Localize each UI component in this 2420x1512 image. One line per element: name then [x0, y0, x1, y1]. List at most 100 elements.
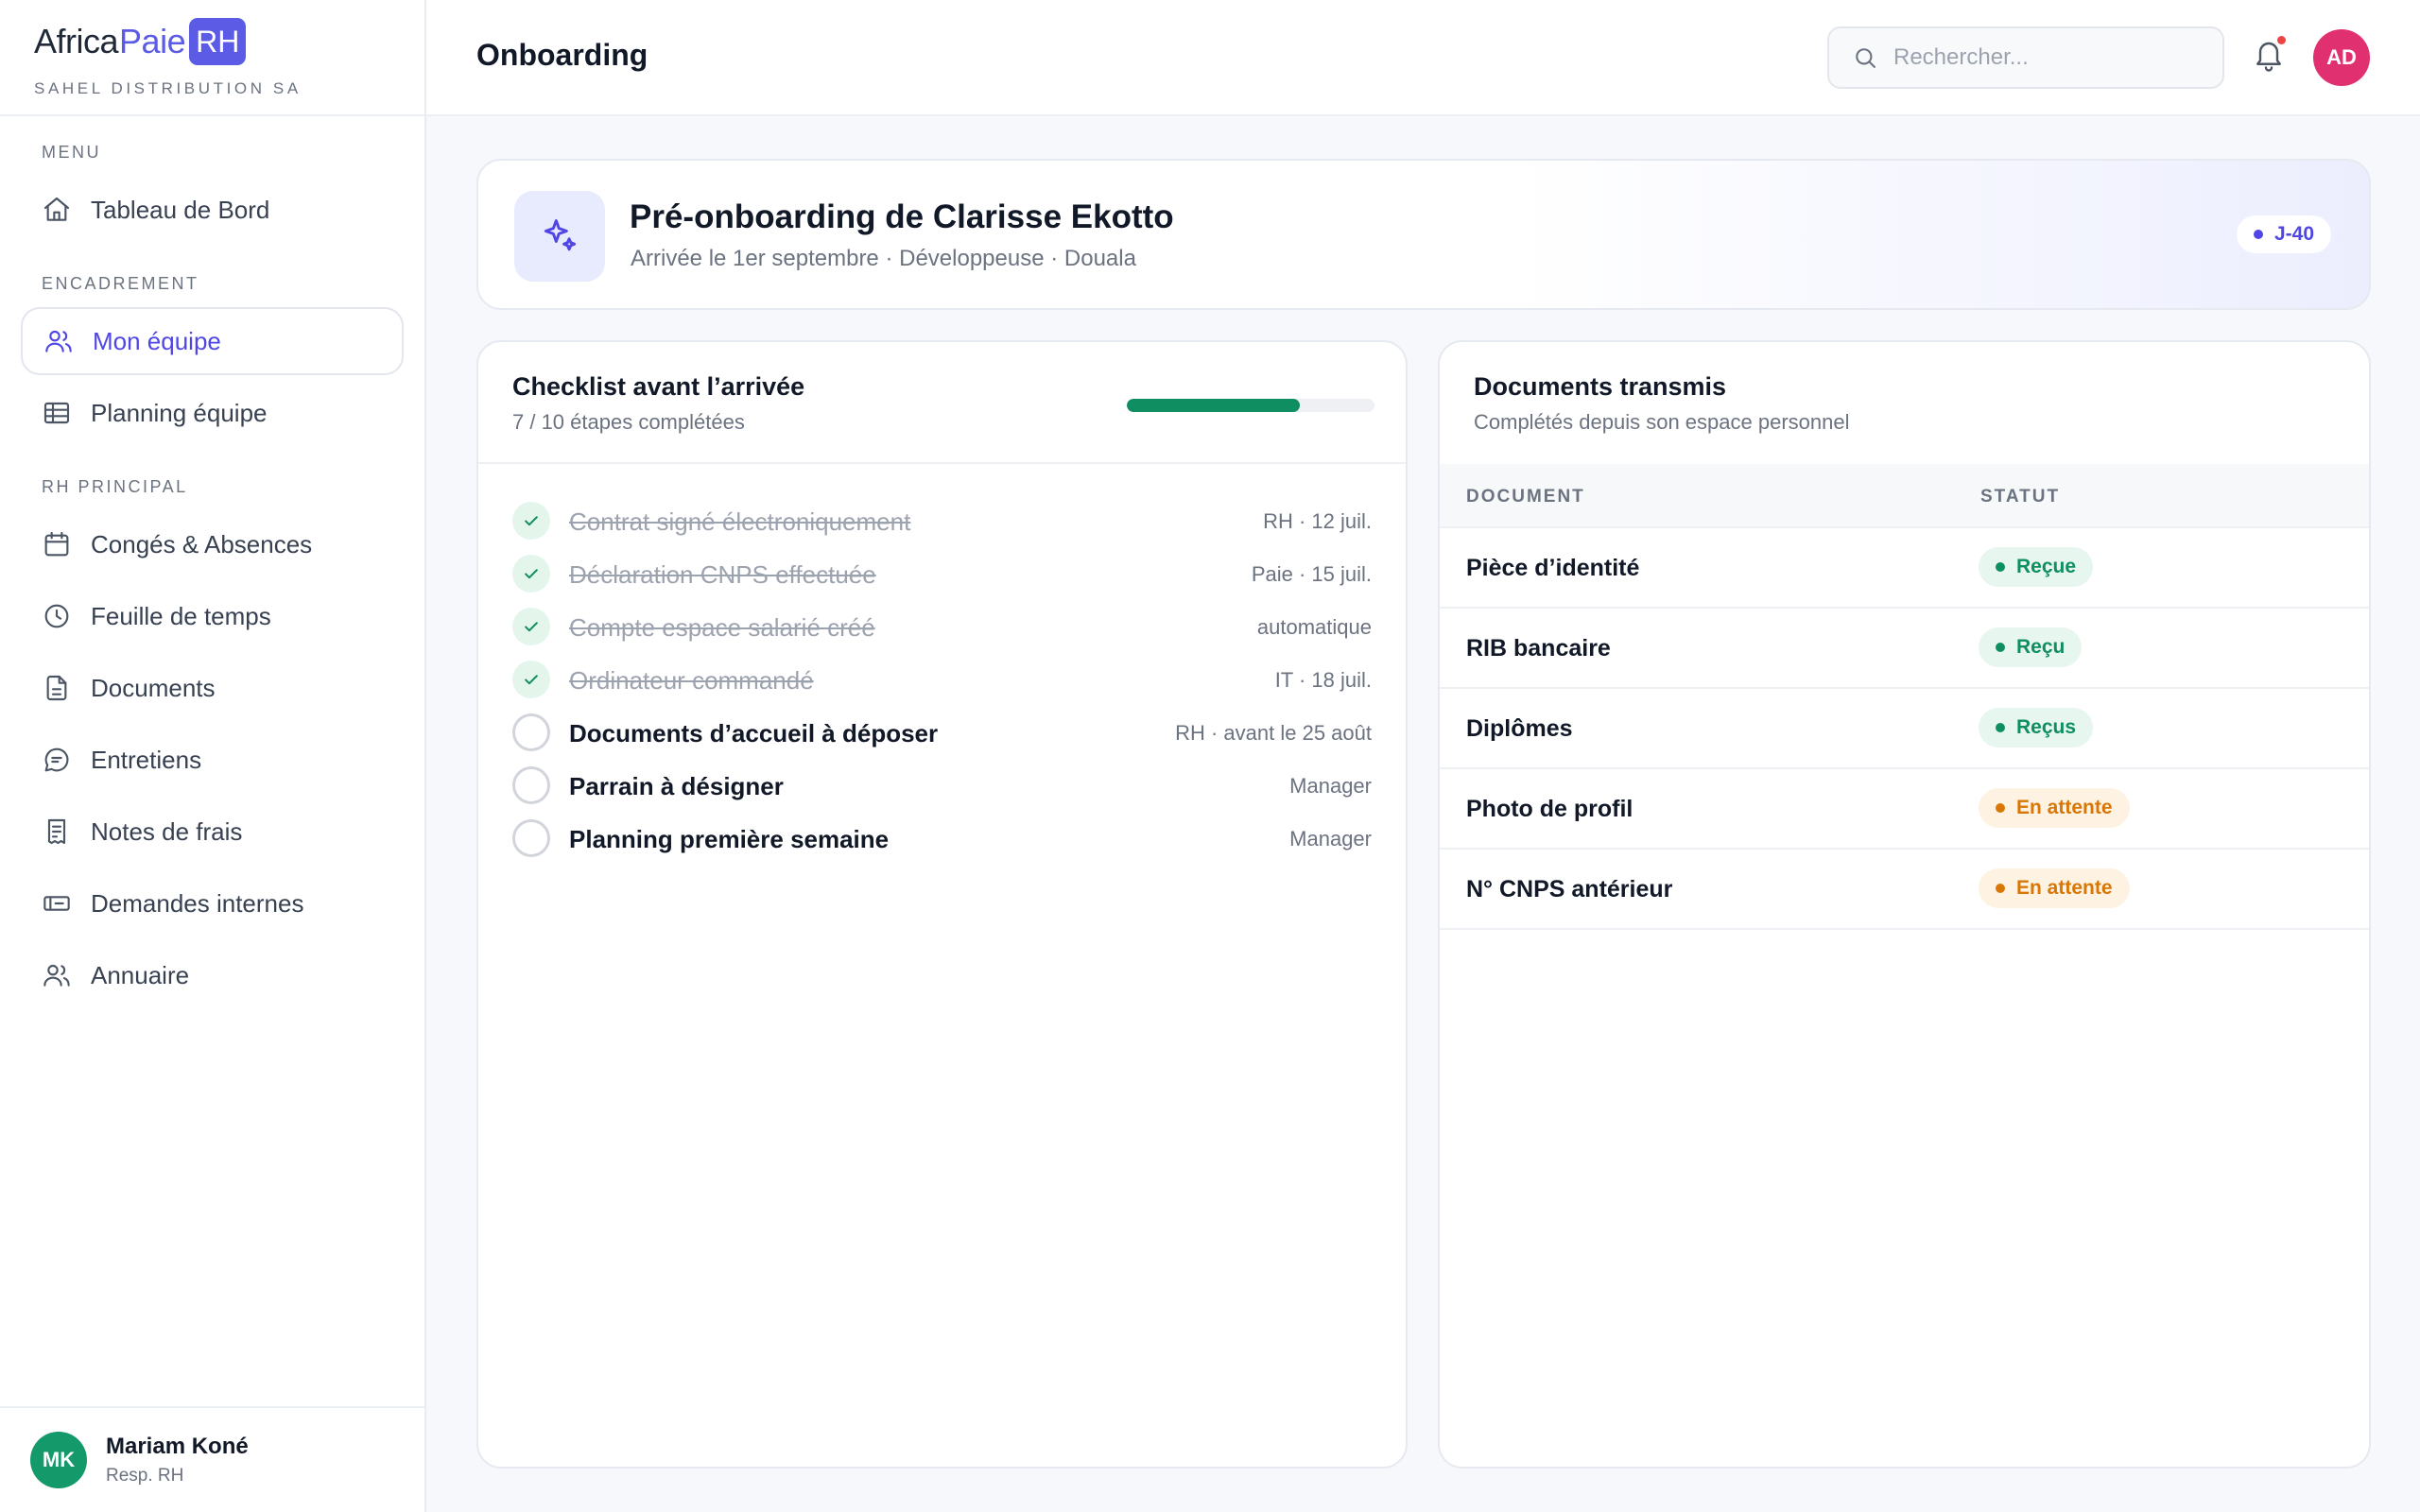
avatar: MK	[30, 1432, 87, 1488]
avatar[interactable]: AD	[2313, 29, 2370, 86]
sparkles-icon	[514, 191, 605, 282]
file-icon	[46, 675, 67, 701]
table-row[interactable]: Diplômes Reçus	[1440, 689, 2369, 769]
checklist-header: Checklist avant l’arrivée 7 / 10 étapes …	[478, 342, 1406, 464]
current-user[interactable]: MK Mariam Koné Resp. RH	[0, 1406, 424, 1512]
calendar-icon	[44, 531, 69, 557]
document-name: Diplômes	[1466, 715, 1573, 742]
notification-dot	[2277, 36, 2286, 44]
status-dot	[1996, 562, 2005, 572]
check-circle-icon[interactable]	[512, 502, 550, 540]
column-header-status: STATUT	[1980, 487, 2061, 507]
status-dot	[1996, 884, 2005, 893]
sidebar-item-directory[interactable]: Annuaire	[21, 941, 404, 1009]
empty-checkbox[interactable]	[512, 713, 550, 751]
table-icon	[43, 402, 70, 424]
checklist-item-meta: Manager	[1289, 827, 1372, 850]
page-title: Onboarding	[476, 38, 648, 72]
checklist-progress-bar	[1127, 399, 1374, 412]
users-icon	[43, 964, 70, 987]
checklist-progress-text: 7 / 10 étapes complétées	[512, 410, 745, 434]
documents-subtitle: Complétés depuis son espace personnel	[1474, 410, 1850, 434]
badge-dot	[2253, 230, 2263, 239]
checklist-item-label: Parrain à désigner	[569, 772, 784, 800]
checklist-item-meta: Manager	[1289, 774, 1372, 798]
sidebar-item-team-planning[interactable]: Planning équipe	[21, 379, 404, 447]
clock-icon	[44, 604, 69, 628]
sidebar-item-documents[interactable]: Documents	[21, 654, 404, 722]
checklist-item[interactable]: Déclaration CNPS effectuée Paie · 15 juil…	[478, 549, 1406, 602]
sidebar-item-dashboard[interactable]: Tableau de Bord	[21, 176, 404, 244]
sidebar-item-interviews[interactable]: Entretiens	[21, 726, 404, 794]
status-badge: Reçus	[1979, 708, 2094, 747]
document-name: Photo de profil	[1466, 796, 1634, 822]
check-circle-icon[interactable]	[512, 608, 550, 645]
checklist-item-label: Ordinateur commandé	[569, 666, 814, 695]
countdown-badge: J-40	[2236, 215, 2331, 253]
table-row[interactable]: Photo de profil En attente	[1440, 769, 2369, 850]
status-label: Reçu	[2016, 636, 2066, 658]
status-dot	[1996, 723, 2005, 732]
checklist-item[interactable]: Documents d’accueil à déposer RH · avant …	[478, 708, 1406, 761]
check-circle-icon[interactable]	[512, 555, 550, 593]
search-box[interactable]	[1827, 26, 2224, 89]
documents-card: Documents transmis Complétés depuis son …	[1438, 340, 2371, 1469]
logo-badge-rh: RH	[189, 18, 247, 65]
document-name: Pièce d’identité	[1466, 555, 1640, 581]
checklist-title: Checklist avant l’arrivée	[512, 372, 805, 401]
sidebar: Africa Paie RH SAHEL DISTRIBUTION SA MEN…	[0, 0, 426, 1512]
check-icon	[525, 675, 538, 685]
empty-checkbox[interactable]	[512, 766, 550, 804]
sidebar-item-label: Tableau de Bord	[91, 195, 270, 224]
checklist-item[interactable]: Ordinateur commandé IT · 18 juil.	[478, 655, 1406, 708]
checklist-item-meta: IT · 18 juil.	[1274, 668, 1372, 692]
sidebar-item-timesheet[interactable]: Feuille de temps	[21, 582, 404, 650]
column-header-document: DOCUMENT	[1466, 487, 1585, 507]
checklist-item[interactable]: Compte espace salarié créé automatique	[478, 602, 1406, 655]
checklist-card: Checklist avant l’arrivée 7 / 10 étapes …	[476, 340, 1408, 1469]
user-info: Mariam Koné Resp. RH	[106, 1434, 249, 1486]
nav-section-encadrement: ENCADREMENT	[42, 274, 199, 293]
app-logo[interactable]: Africa Paie RH	[34, 17, 390, 66]
table-row[interactable]: RIB bancaire Reçu	[1440, 609, 2369, 689]
nav-section-menu: MENU	[42, 143, 101, 162]
documents-table-header: DOCUMENT STATUT	[1440, 464, 2369, 528]
table-row[interactable]: Pièce d’identité Reçue	[1440, 528, 2369, 609]
checklist-item[interactable]: Parrain à désigner Manager	[478, 761, 1406, 814]
checklist-item-label: Compte espace salarié créé	[569, 613, 875, 642]
sidebar-item-requests[interactable]: Demandes internes	[21, 869, 404, 937]
document-name: RIB bancaire	[1466, 635, 1611, 662]
status-badge: Reçu	[1979, 627, 2083, 667]
sidebar-item-label: Feuille de temps	[91, 601, 271, 630]
user-name: Mariam Koné	[106, 1434, 249, 1459]
documents-title: Documents transmis	[1474, 372, 1727, 401]
notifications-button[interactable]	[2252, 36, 2286, 74]
hero-title: Pré-onboarding de Clarisse Ekotto	[630, 198, 1174, 235]
status-label: En attente	[2016, 797, 2113, 818]
status-badge: En attente	[1979, 868, 2130, 908]
empty-checkbox[interactable]	[512, 819, 550, 857]
sidebar-item-label: Notes de frais	[91, 816, 243, 846]
search-input[interactable]	[1893, 44, 2205, 71]
documents-table-body: Pièce d’identité Reçue RIB bancaire Reçu Dip…	[1440, 528, 2369, 930]
sidebar-item-label: Congés & Absences	[91, 529, 313, 558]
sidebar-item-expenses[interactable]: Notes de frais	[21, 798, 404, 866]
sidebar-item-leaves[interactable]: Congés & Absences	[21, 510, 404, 578]
check-circle-icon[interactable]	[512, 661, 550, 698]
sidebar-item-label: Annuaire	[91, 960, 190, 989]
progress-fill	[1127, 399, 1301, 412]
sidebar-item-label: Mon équipe	[93, 326, 221, 355]
check-icon	[525, 569, 538, 579]
table-row[interactable]: N° CNPS antérieur En attente	[1440, 850, 2369, 930]
sidebar-item-my-team[interactable]: Mon équipe	[21, 307, 404, 375]
check-icon	[525, 516, 538, 526]
sidebar-item-label: Planning équipe	[91, 398, 268, 427]
document-name: N° CNPS antérieur	[1466, 876, 1673, 902]
checklist-item[interactable]: Contrat signé électroniquement RH · 12 ju…	[478, 496, 1406, 549]
ticket-icon	[43, 896, 70, 911]
status-badge: En attente	[1979, 788, 2130, 828]
checklist-items: Contrat signé électroniquement RH · 12 ju…	[478, 464, 1406, 867]
preonboarding-banner: Pré-onboarding de Clarisse Ekotto Arrivé…	[476, 159, 2371, 310]
checklist-item[interactable]: Planning première semaine Manager	[478, 814, 1406, 867]
nav-section-rh: RH PRINCIPAL	[42, 477, 188, 496]
